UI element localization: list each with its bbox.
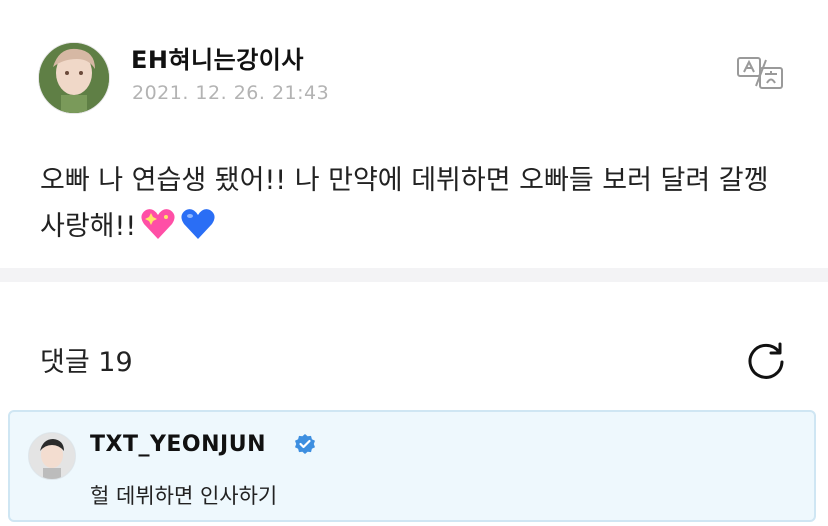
commenter-avatar[interactable] xyxy=(28,432,76,480)
post-timestamp: 2021. 12. 26. 21:43 xyxy=(132,82,330,104)
post-author-name[interactable]: EH혀니는강이사 xyxy=(131,40,304,75)
comments-count-title: 댓글 19 xyxy=(40,347,133,378)
translate-icon xyxy=(737,57,783,89)
highlighted-comment[interactable]: TXT_YEONJUN 헐 데뷔하면 인사하기 xyxy=(8,410,816,522)
author-avatar[interactable] xyxy=(38,42,110,114)
post-content: 오빠 나 연습생 됐어!! 나 만약에 데뷔하면 오빠들 보러 달려 갈껭 사랑… xyxy=(40,158,800,256)
refresh-button[interactable] xyxy=(744,338,788,382)
comment-text: 헐 데뷔하면 인사하기 xyxy=(90,484,278,508)
author-avatar-image xyxy=(39,43,109,113)
translate-button[interactable] xyxy=(736,54,786,92)
post-header: EH혀니는강이사 2021. 12. 26. 21:43 xyxy=(38,40,798,114)
sparkling-heart-icon xyxy=(140,207,176,256)
comments-header: 댓글 19 xyxy=(40,338,788,382)
post-detail-page: EH혀니는강이사 2021. 12. 26. 21:43 오빠 나 연습생 됐어… xyxy=(0,0,828,526)
blue-heart-icon xyxy=(180,207,216,256)
refresh-icon xyxy=(748,342,784,379)
commenter-name[interactable]: TXT_YEONJUN xyxy=(90,432,266,457)
section-divider xyxy=(0,268,828,282)
commenter-avatar-image xyxy=(29,433,75,479)
verified-badge-icon xyxy=(293,433,317,457)
